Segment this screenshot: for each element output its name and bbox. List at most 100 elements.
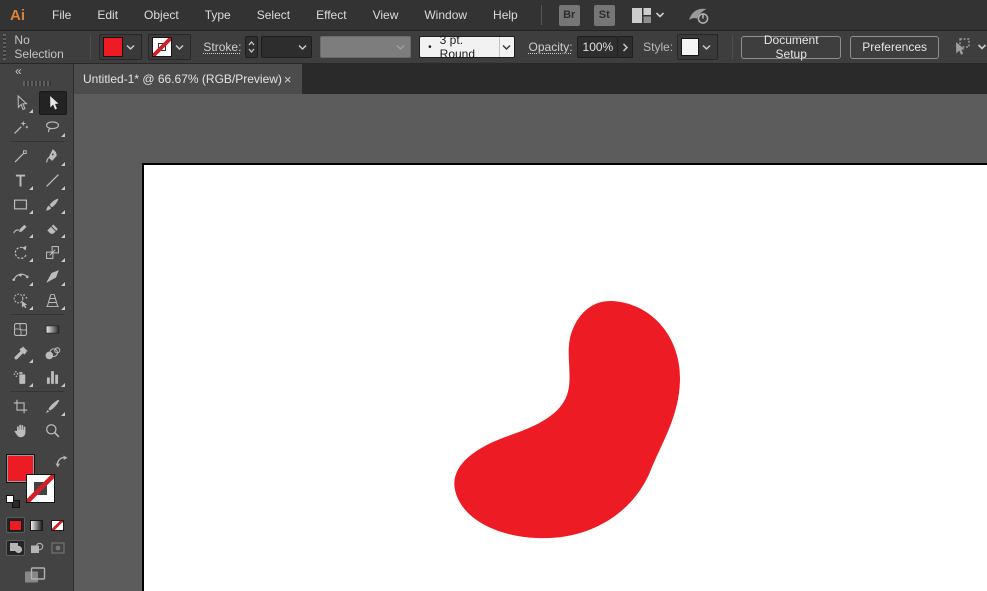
tools-panel: « <box>0 64 74 591</box>
pen-tool[interactable] <box>39 144 67 168</box>
variable-width-dropdown <box>320 36 411 58</box>
selection-status: No Selection <box>14 33 72 61</box>
stroke-width-stepper[interactable] <box>245 36 258 58</box>
canvas-area[interactable] <box>75 94 987 591</box>
brush-name: 3 pt. Round <box>436 33 499 61</box>
artboard-tool[interactable] <box>7 394 35 418</box>
shape-builder-tool[interactable] <box>7 288 35 312</box>
stroke-none-swatch[interactable] <box>152 37 172 57</box>
workspace-layout-icon[interactable] <box>632 8 651 23</box>
panel-grip[interactable] <box>23 81 51 86</box>
chevron-down-icon[interactable] <box>977 40 987 54</box>
divider <box>90 35 91 59</box>
chevron-right-icon[interactable] <box>618 36 633 58</box>
fill-color-dropdown[interactable] <box>99 34 142 60</box>
select-similar-icon <box>950 38 973 57</box>
blend-tool[interactable] <box>39 341 67 365</box>
scale-tool[interactable] <box>39 240 67 264</box>
select-similar-dropdown[interactable] <box>950 38 987 57</box>
stock-button[interactable]: St <box>594 5 615 26</box>
hand-tool[interactable] <box>7 418 35 442</box>
control-bar: No Selection Stroke: • 3 pt. Round Opaci… <box>0 31 987 64</box>
column-graph-tool[interactable] <box>39 365 67 389</box>
stroke-swatch[interactable] <box>26 474 55 503</box>
selection-tool[interactable] <box>39 91 67 115</box>
chevron-down-icon[interactable] <box>175 40 184 54</box>
chevron-down-icon[interactable] <box>126 40 135 54</box>
magic-wand-tool[interactable] <box>7 115 35 139</box>
zoom-tool[interactable] <box>39 418 67 442</box>
curvature-tool[interactable] <box>7 144 35 168</box>
document-view <box>75 94 987 591</box>
slice-tool[interactable] <box>39 394 67 418</box>
style-swatch[interactable] <box>681 38 699 56</box>
close-tab-icon[interactable]: × <box>282 72 294 87</box>
color-button[interactable] <box>6 517 25 533</box>
tool-group-divider <box>10 391 64 392</box>
brush-preview-dot: • <box>420 42 436 53</box>
opacity-input[interactable]: 100% <box>577 36 619 58</box>
fill-swatch[interactable] <box>103 37 123 57</box>
stroke-width-dropdown[interactable] <box>261 36 311 58</box>
draw-inside-button <box>48 540 67 556</box>
menu-view[interactable]: View <box>360 0 412 30</box>
puppet-warp-tool[interactable] <box>39 264 67 288</box>
default-fill-stroke-icon[interactable] <box>6 495 20 508</box>
paintbrush-tool[interactable] <box>39 192 67 216</box>
mesh-tool[interactable] <box>7 317 35 341</box>
control-bar-grip[interactable] <box>3 34 6 60</box>
tool-group-divider <box>10 141 64 142</box>
chevron-down-icon[interactable] <box>298 40 307 54</box>
document-tab[interactable]: Untitled-1* @ 66.67% (RGB/Preview) × <box>74 64 302 94</box>
none-button[interactable] <box>48 517 67 533</box>
symbol-sprayer-tool[interactable] <box>7 365 35 389</box>
eyedropper-tool[interactable] <box>7 341 35 365</box>
menu-effect[interactable]: Effect <box>303 0 359 30</box>
pencil-tool[interactable] <box>7 216 35 240</box>
fill-stroke-cluster <box>5 454 69 510</box>
gradient-tool[interactable] <box>39 317 67 341</box>
illustrator-window: Ai File Edit Object Type Select Effect V… <box>0 0 987 591</box>
menu-select[interactable]: Select <box>244 0 303 30</box>
draw-normal-button[interactable] <box>6 540 25 556</box>
perspective-grid-tool[interactable] <box>39 288 67 312</box>
drawing-modes-row <box>6 540 73 556</box>
menu-file[interactable]: File <box>39 0 84 30</box>
rectangle-tool[interactable] <box>7 192 35 216</box>
menu-help[interactable]: Help <box>480 0 531 30</box>
width-tool[interactable] <box>7 264 35 288</box>
chevron-down-icon[interactable] <box>702 40 711 54</box>
menu-window[interactable]: Window <box>411 0 480 30</box>
direct-selection-tool[interactable] <box>7 91 35 115</box>
brush-definition-dropdown[interactable]: • 3 pt. Round <box>419 36 514 58</box>
stroke-color-dropdown[interactable] <box>148 34 191 60</box>
lasso-tool[interactable] <box>39 115 67 139</box>
chevron-down-icon[interactable] <box>499 37 514 57</box>
paint-style-row <box>6 517 73 533</box>
chevron-down-icon <box>396 40 405 54</box>
document-tab-title: Untitled-1* @ 66.67% (RGB/Preview) <box>83 72 282 86</box>
menu-type[interactable]: Type <box>192 0 244 30</box>
style-dropdown[interactable] <box>677 34 718 60</box>
line-segment-tool[interactable] <box>39 168 67 192</box>
swap-fill-stroke-icon[interactable] <box>55 455 68 471</box>
tool-grid <box>0 91 73 442</box>
type-tool[interactable] <box>7 168 35 192</box>
stroke-label[interactable]: Stroke: <box>203 40 241 54</box>
menu-object[interactable]: Object <box>131 0 192 30</box>
bridge-button[interactable]: Br <box>559 5 580 26</box>
tool-group-divider <box>10 314 64 315</box>
rotate-tool[interactable] <box>7 240 35 264</box>
opacity-label[interactable]: Opacity: <box>529 40 573 54</box>
collapse-panel-icon[interactable]: « <box>0 64 73 78</box>
menu-bar: Ai File Edit Object Type Select Effect V… <box>0 0 987 31</box>
share-power-icon[interactable] <box>687 5 710 26</box>
document-setup-button[interactable]: Document Setup <box>741 36 841 59</box>
menu-edit[interactable]: Edit <box>84 0 131 30</box>
draw-behind-button[interactable] <box>27 540 46 556</box>
gradient-button[interactable] <box>27 517 46 533</box>
screen-mode-button[interactable] <box>22 565 48 585</box>
chevron-down-icon[interactable] <box>655 8 665 22</box>
preferences-button[interactable]: Preferences <box>850 36 939 59</box>
eraser-tool[interactable] <box>39 216 67 240</box>
